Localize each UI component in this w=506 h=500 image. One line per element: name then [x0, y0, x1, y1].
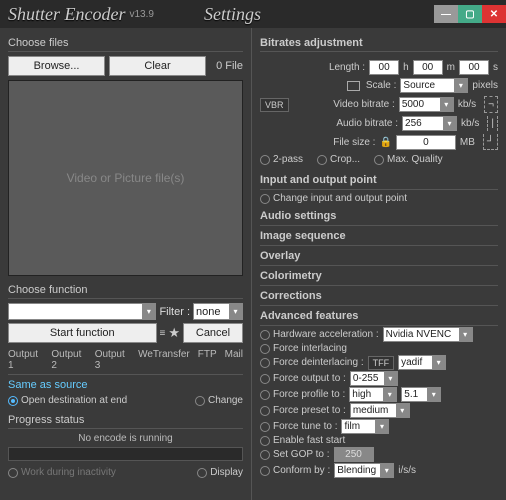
conform-radio[interactable]: Conform by : [260, 465, 330, 476]
hwaccel-radio[interactable]: Hardware acceleration : [260, 329, 379, 340]
audio-heading[interactable]: Audio settings [260, 207, 498, 226]
maximize-button[interactable]: ▢ [458, 5, 482, 23]
bitrates-heading: Bitrates adjustment [260, 37, 498, 52]
choose-function-heading: Choose function [8, 284, 243, 299]
length-s[interactable]: 00 [459, 60, 489, 75]
app-version: v13.9 [129, 9, 153, 20]
app-title: Shutter Encoder [8, 4, 125, 25]
tab-mail[interactable]: Mail [225, 349, 243, 371]
settings-title: Settings [204, 4, 261, 25]
close-button[interactable]: ✕ [482, 5, 506, 23]
filter-label: Filter : [159, 306, 190, 318]
conform-select[interactable]: Blending [334, 463, 394, 478]
vbitrate-input[interactable]: 5000 [399, 97, 454, 112]
scale-select[interactable]: Source [400, 78, 468, 93]
progress-text: No encode is running [8, 433, 243, 444]
iss-label: i/s/s [398, 465, 416, 476]
hwaccel-select[interactable]: Nvidia NVENC [383, 327, 473, 342]
link-icon: | [487, 116, 498, 131]
fout-radio[interactable]: Force output to : [260, 373, 346, 384]
monitor-icon [347, 81, 360, 91]
vbitrate-link-icon: ¬ [484, 96, 498, 113]
tab-output1[interactable]: Output 1 [8, 349, 43, 371]
lock-icon[interactable]: 🔒 [379, 137, 391, 148]
fint-radio[interactable]: Force interlacing [260, 343, 347, 354]
filesize-input[interactable]: 0 [396, 135, 456, 150]
function-select[interactable] [8, 303, 156, 320]
fpreset-radio[interactable]: Force preset to : [260, 405, 346, 416]
maxq-radio[interactable]: Max. Quality [374, 154, 443, 165]
file-drop-area[interactable]: Video or Picture file(s) [8, 80, 243, 276]
colorimetry-heading[interactable]: Colorimetry [260, 267, 498, 286]
file-placeholder: Video or Picture file(s) [67, 171, 185, 185]
change-radio[interactable]: Change [195, 395, 243, 406]
start-button[interactable]: Start function [8, 323, 157, 343]
advanced-heading: Advanced features [260, 307, 498, 326]
menu-icon[interactable]: ≡ [160, 328, 166, 339]
star-icon[interactable]: ★ [168, 325, 180, 341]
choose-files-heading: Choose files [8, 37, 243, 52]
tff-tag[interactable]: TFF [368, 356, 395, 370]
fprof2-select[interactable]: 5.1 [401, 387, 441, 402]
tab-output2[interactable]: Output 2 [51, 349, 86, 371]
filesize-label: File size : [260, 137, 375, 148]
vbitrate-label: Video bitrate : [293, 99, 395, 110]
mb-label: MB [460, 137, 475, 148]
kbs-label2: kb/s [461, 118, 479, 129]
abitrate-label: Audio bitrate : [260, 118, 398, 129]
cancel-button[interactable]: Cancel [183, 323, 243, 343]
work-inactivity-radio[interactable]: Work during inactivity [8, 467, 116, 478]
file-count: 0 File [216, 60, 243, 72]
sgop-input[interactable]: 250 [334, 447, 374, 462]
abitrate-input[interactable]: 256 [402, 116, 457, 131]
fprof-select[interactable]: high [349, 387, 397, 402]
minimize-button[interactable]: — [434, 5, 458, 23]
filter-select[interactable]: none [193, 303, 243, 320]
length-h[interactable]: 00 [369, 60, 399, 75]
fpreset-select[interactable]: medium [350, 403, 410, 418]
open-dest-radio[interactable]: Open destination at end [8, 395, 127, 406]
imgseq-heading[interactable]: Image sequence [260, 227, 498, 246]
filesize-link-icon: ┘ [483, 134, 498, 150]
efs-radio[interactable]: Enable fast start [260, 435, 345, 446]
output-tabs: Output 1 Output 2 Output 3 WeTransfer FT… [8, 349, 243, 371]
fprof-radio[interactable]: Force profile to : [260, 389, 345, 400]
length-label: Length : [329, 62, 365, 73]
tab-ftp[interactable]: FTP [198, 349, 217, 371]
sgop-radio[interactable]: Set GOP to : [260, 449, 330, 460]
io-heading: Input and output point [260, 171, 498, 190]
length-m[interactable]: 00 [413, 60, 443, 75]
tab-output3[interactable]: Output 3 [95, 349, 130, 371]
io-change-radio[interactable]: Change input and output point [260, 193, 407, 204]
ftune-select[interactable]: film [341, 419, 389, 434]
browse-button[interactable]: Browse... [8, 56, 105, 76]
pixels-label: pixels [472, 80, 498, 91]
vbr-tag[interactable]: VBR [260, 98, 289, 112]
tab-wetransfer[interactable]: WeTransfer [138, 349, 190, 371]
deint-select[interactable]: yadif [398, 355, 446, 370]
same-as-source: Same as source [8, 379, 243, 391]
2pass-radio[interactable]: 2-pass [260, 154, 303, 165]
overlay-heading[interactable]: Overlay [260, 247, 498, 266]
display-radio[interactable]: Display [197, 467, 243, 478]
clear-button[interactable]: Clear [109, 56, 206, 76]
progress-heading: Progress status [8, 414, 243, 429]
ftune-radio[interactable]: Force tune to : [260, 421, 337, 432]
crop-radio[interactable]: Crop... [317, 154, 360, 165]
fout-select[interactable]: 0-255 [350, 371, 398, 386]
scale-label: Scale : [366, 80, 397, 91]
progress-bar [8, 447, 243, 461]
corrections-heading[interactable]: Corrections [260, 287, 498, 306]
kbs-label: kb/s [458, 99, 476, 110]
fdeint-radio[interactable]: Force deinterlacing : [260, 357, 364, 368]
